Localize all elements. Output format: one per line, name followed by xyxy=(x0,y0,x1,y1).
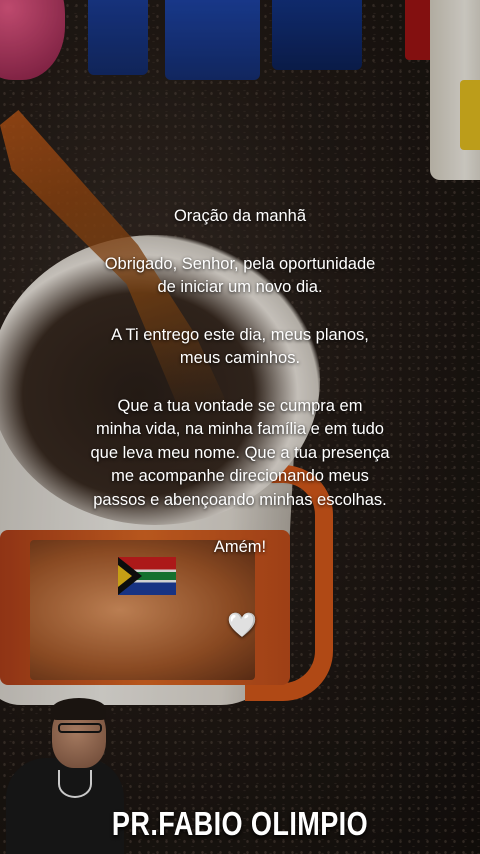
glasses xyxy=(58,723,102,733)
prayer-paragraph: A Ti entrego este dia, meus planos, meus… xyxy=(60,324,420,371)
person-hair xyxy=(52,698,106,720)
prayer-text: Oração da manhã Obrigado, Senhor, pela o… xyxy=(60,205,420,584)
prayer-line: meus caminhos. xyxy=(179,349,301,367)
prayer-line: me acompanhe direcionando meus xyxy=(111,467,369,485)
prayer-title: Oração da manhã xyxy=(173,207,307,225)
necklace xyxy=(58,770,92,798)
prayer-paragraph: Que a tua vontade se cumpra em minha vid… xyxy=(60,395,420,513)
prayer-line: minha vida, na minha família e em tudo xyxy=(96,420,384,438)
prayer-line: passos e abençoando minhas escolhas. xyxy=(93,490,387,509)
prayer-line: Que a tua vontade se cumpra em xyxy=(117,396,363,415)
prayer-line: Obrigado, Senhor, pela oportunidade xyxy=(104,254,376,273)
prayer-line: A Ti entrego este dia, meus planos, xyxy=(111,325,369,344)
pastor-signature: PR.FABIO OLIMPIO xyxy=(111,805,369,842)
white-heart-icon: 🤍 xyxy=(227,611,257,639)
prayer-closing: Amém! xyxy=(213,538,267,556)
prayer-line: de iniciar um novo dia. xyxy=(157,278,323,296)
prayer-line: que leva meu nome. Que a tua presença xyxy=(90,443,390,462)
prayer-paragraph: Obrigado, Senhor, pela oportunidade de i… xyxy=(60,253,420,300)
